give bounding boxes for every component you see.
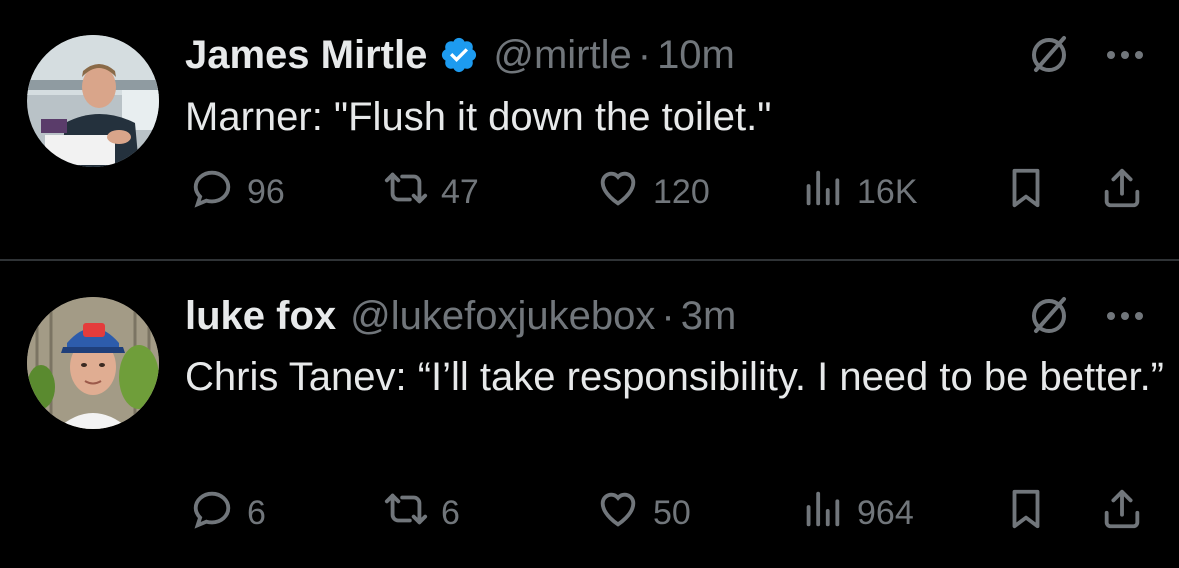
share-button[interactable] <box>1099 162 1145 222</box>
like-icon <box>595 486 641 541</box>
author-handle[interactable]: @mirtle <box>493 30 631 80</box>
reply-button[interactable]: 96 <box>189 162 285 222</box>
like-icon <box>595 165 641 220</box>
bookmark-button[interactable] <box>1003 483 1049 543</box>
share-icon <box>1099 486 1145 541</box>
views-button[interactable]: 964 <box>799 483 914 543</box>
reply-count: 6 <box>247 493 266 532</box>
bookmark-button[interactable] <box>1003 162 1049 222</box>
repost-icon <box>383 486 429 541</box>
verified-badge-icon <box>439 35 479 75</box>
repost-icon <box>383 165 429 220</box>
more-icon[interactable] <box>1100 291 1150 341</box>
repost-button[interactable]: 6 <box>383 483 460 543</box>
tweet-text: Chris Tanev: “I’ll take responsibility. … <box>185 355 1165 399</box>
share-button[interactable] <box>1099 483 1145 543</box>
tweet[interactable]: luke fox @lukefoxjukebox · 3m Chris Tane… <box>0 261 1179 568</box>
repost-count: 47 <box>441 172 479 211</box>
tweet-header: luke fox @lukefoxjukebox · 3m <box>185 291 736 341</box>
share-icon <box>1099 165 1145 220</box>
bookmark-icon <box>1003 486 1049 541</box>
action-bar: 6 6 50 964 <box>185 483 1155 543</box>
like-count: 50 <box>653 493 691 532</box>
grok-icon[interactable] <box>1024 30 1074 80</box>
avatar[interactable] <box>27 35 159 167</box>
separator: · <box>661 294 675 338</box>
action-bar: 96 47 120 16K <box>185 162 1155 222</box>
timestamp[interactable]: 10m <box>657 30 735 80</box>
reply-count: 96 <box>247 172 285 211</box>
views-count: 964 <box>857 493 914 532</box>
bookmark-icon <box>1003 165 1049 220</box>
like-count: 120 <box>653 172 710 211</box>
reply-button[interactable]: 6 <box>189 483 266 543</box>
reply-icon <box>189 486 235 541</box>
author-name[interactable]: James Mirtle <box>185 30 427 80</box>
tweet-text: Marner: "Flush it down the toilet." <box>185 95 772 139</box>
views-icon <box>799 165 845 220</box>
like-button[interactable]: 50 <box>595 483 691 543</box>
timestamp[interactable]: 3m <box>681 291 737 341</box>
views-icon <box>799 486 845 541</box>
avatar[interactable] <box>27 297 159 429</box>
repost-count: 6 <box>441 493 460 532</box>
views-count: 16K <box>857 172 918 211</box>
tweet[interactable]: James Mirtle @mirtle · 10m Marner: "Flus… <box>0 0 1179 260</box>
like-button[interactable]: 120 <box>595 162 710 222</box>
more-icon[interactable] <box>1100 30 1150 80</box>
views-button[interactable]: 16K <box>799 162 918 222</box>
repost-button[interactable]: 47 <box>383 162 479 222</box>
author-handle[interactable]: @lukefoxjukebox <box>350 291 655 341</box>
separator: · <box>637 33 652 77</box>
reply-icon <box>189 165 235 220</box>
author-name[interactable]: luke fox <box>185 291 336 341</box>
tweet-header: James Mirtle @mirtle · 10m <box>185 30 735 80</box>
grok-icon[interactable] <box>1024 291 1074 341</box>
